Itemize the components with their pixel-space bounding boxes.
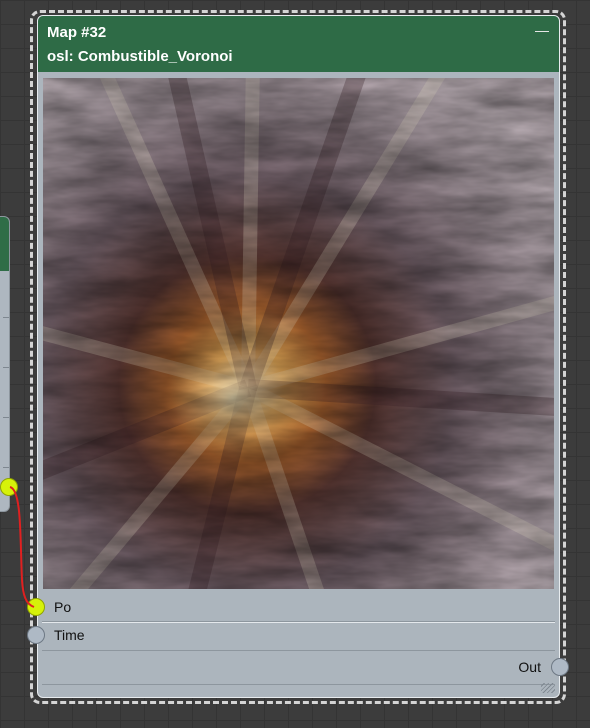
port-label-po: Po — [54, 599, 72, 615]
output-socket-out[interactable] — [551, 658, 569, 676]
neighbor-node-header — [0, 217, 9, 271]
input-port-po[interactable]: Po — [38, 594, 559, 622]
collapse-button[interactable] — [535, 26, 549, 36]
neighbor-divider — [3, 317, 9, 318]
input-port-time[interactable]: Time — [38, 622, 559, 650]
neighbor-output-socket[interactable] — [0, 478, 18, 496]
neighbor-divider — [3, 417, 9, 418]
map-node[interactable]: Map #32 osl: Combustible_Voronoi Po Time… — [37, 15, 560, 698]
node-subtitle: osl: Combustible_Voronoi — [47, 48, 233, 65]
node-title: Map #32 — [47, 24, 107, 41]
preview-noise — [43, 78, 554, 589]
input-socket-po[interactable] — [27, 598, 45, 616]
port-divider — [42, 650, 555, 651]
neighbor-divider — [3, 467, 9, 468]
port-divider — [42, 684, 555, 685]
output-port-out[interactable]: Out — [38, 654, 559, 682]
node-header[interactable]: Map #32 osl: Combustible_Voronoi — [38, 16, 559, 72]
input-socket-time[interactable] — [27, 626, 45, 644]
port-label-time: Time — [54, 627, 85, 643]
neighbor-node[interactable] — [0, 216, 10, 512]
resize-grip[interactable] — [541, 683, 555, 693]
neighbor-divider — [3, 367, 9, 368]
map-preview-image — [43, 78, 554, 589]
port-label-out: Out — [518, 659, 541, 675]
